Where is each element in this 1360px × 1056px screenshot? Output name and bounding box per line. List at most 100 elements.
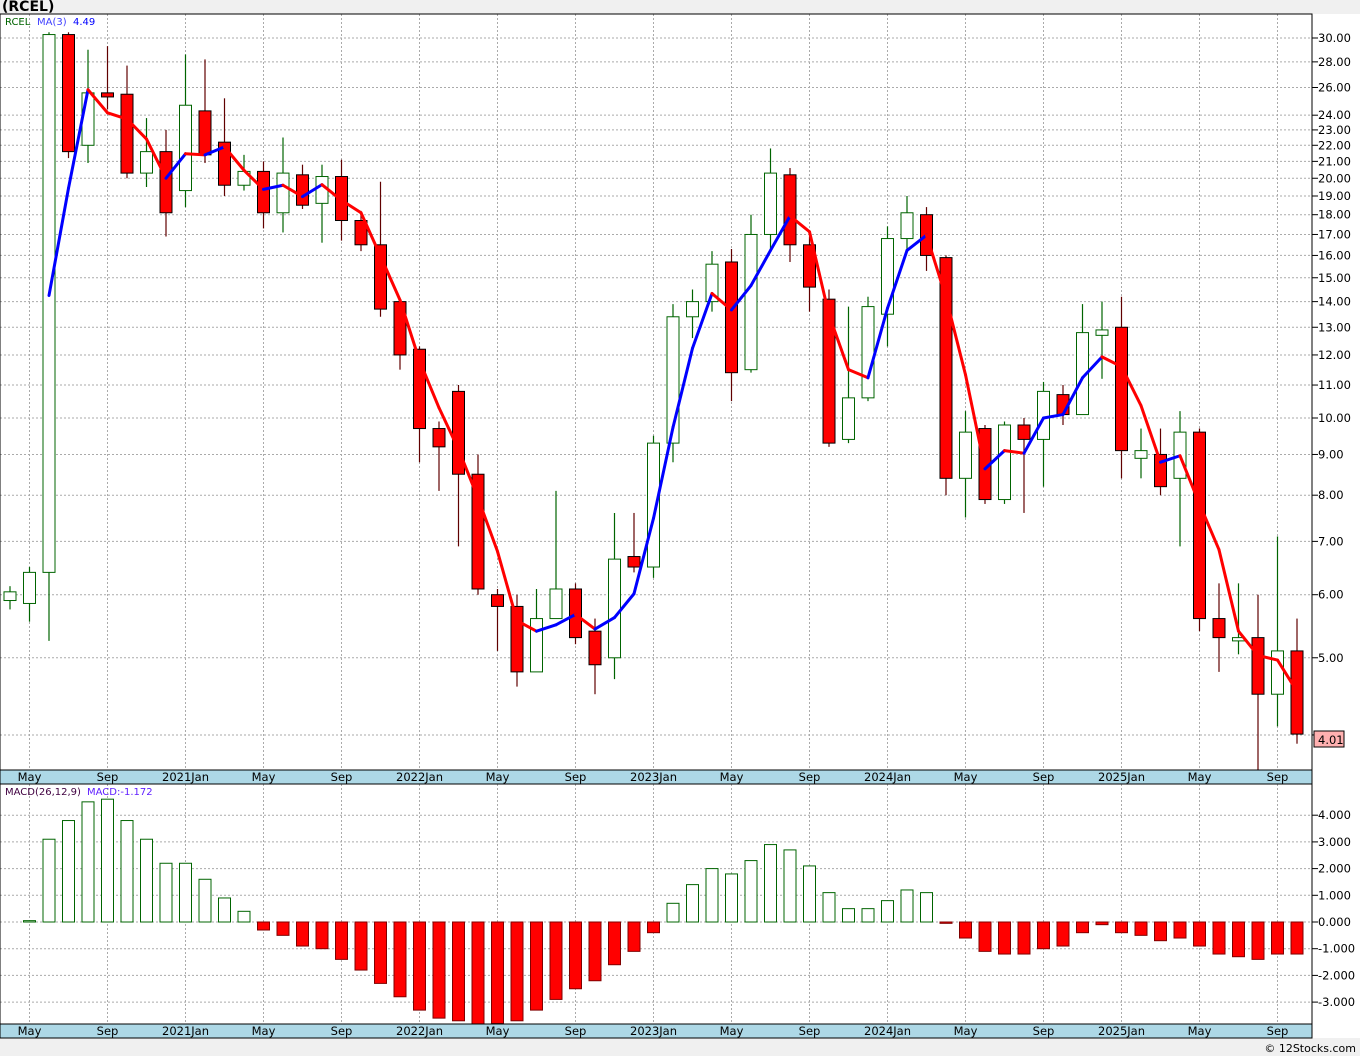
macd-bar xyxy=(257,921,270,931)
macd-bar xyxy=(393,921,407,998)
macd-bar xyxy=(1271,921,1284,955)
macd-bar xyxy=(1154,921,1167,942)
macd-bar xyxy=(452,921,465,1022)
y-tick-label: 16.00 xyxy=(1318,248,1351,262)
macd-bar xyxy=(276,921,290,936)
candle-down xyxy=(627,556,641,568)
x-tick-label: May xyxy=(720,770,744,784)
macd-bar xyxy=(81,801,95,923)
x-tick-label: May xyxy=(18,770,42,784)
x-tick-label: Sep xyxy=(1267,1024,1289,1038)
candle-down xyxy=(491,594,504,607)
macd-bar xyxy=(1212,921,1226,955)
x-tick-label: Sep xyxy=(1033,770,1055,784)
candle-down xyxy=(1115,326,1128,452)
macd-bar xyxy=(1193,921,1206,947)
y-tick-label: 19.00 xyxy=(1318,189,1351,203)
candle-up xyxy=(1134,450,1148,459)
macd-bar xyxy=(120,820,134,923)
macd-bar xyxy=(1056,921,1070,947)
macd-bar xyxy=(1037,921,1050,950)
x-tick-label: May xyxy=(486,1024,510,1038)
x-tick-label: Sep xyxy=(331,1024,353,1038)
x-tick-label: May xyxy=(252,1024,276,1038)
macd-bar xyxy=(627,921,641,952)
x-tick-label: Sep xyxy=(97,770,119,784)
macd-bar xyxy=(413,921,426,1011)
y-tick-label: 10.00 xyxy=(1318,411,1351,425)
footer-copyright: © 12Stocks.com xyxy=(1264,1042,1356,1055)
legend-ma-label: MA(3) xyxy=(37,17,67,28)
ma-line-segment xyxy=(184,152,207,157)
macd-bar xyxy=(179,862,192,923)
macd-bar xyxy=(1076,921,1089,934)
macd-y-tick-label: 4.000 xyxy=(1318,808,1351,822)
candle-down xyxy=(588,630,602,666)
x-tick-label: May xyxy=(954,770,978,784)
candle-down xyxy=(296,174,309,206)
candle-up xyxy=(3,591,17,602)
y-tick-label: 18.00 xyxy=(1318,208,1351,222)
x-tick-label: 2022Jan xyxy=(396,770,443,784)
candle-up xyxy=(900,212,914,240)
macd-bar xyxy=(159,862,173,923)
macd-bar xyxy=(530,921,543,1011)
candle-down xyxy=(120,93,134,174)
x-tick-label: 2023Jan xyxy=(630,1024,677,1038)
macd-y-tick-label: -3.000 xyxy=(1318,995,1355,1009)
candle-up xyxy=(608,558,621,659)
macd-bar xyxy=(510,921,524,1022)
candle-up xyxy=(140,151,153,174)
legend-ma-value: 4.49 xyxy=(73,17,95,28)
macd-bar xyxy=(959,921,972,939)
candle-up xyxy=(744,233,758,371)
macd-bar xyxy=(549,921,563,1000)
candle-up xyxy=(42,34,56,573)
macd-bar xyxy=(666,902,680,923)
y-tick-label: 17.00 xyxy=(1318,227,1351,241)
macd-bar xyxy=(335,921,348,960)
macd-y-tick-label: 3.000 xyxy=(1318,835,1351,849)
y-tick-label: 11.00 xyxy=(1318,378,1351,392)
macd-bar xyxy=(1115,921,1128,934)
x-tick-label: 2023Jan xyxy=(630,770,677,784)
candle-down xyxy=(432,428,446,448)
candle-up xyxy=(1271,650,1284,695)
candle-down xyxy=(1193,431,1206,620)
candle-up xyxy=(315,176,329,204)
x-tick-label: May xyxy=(954,1024,978,1038)
candle-up xyxy=(861,306,875,399)
y-tick-label: 13.00 xyxy=(1318,320,1351,334)
x-tick-label: May xyxy=(1188,770,1212,784)
macd-bar xyxy=(140,838,153,923)
x-tick-label: 2021Jan xyxy=(162,1024,209,1038)
macd-bar xyxy=(315,921,329,950)
macd-bar xyxy=(588,921,602,982)
macd-bar xyxy=(1251,921,1265,960)
macd-bar xyxy=(744,860,758,923)
y-tick-label: 9.00 xyxy=(1318,447,1344,461)
x-tick-label: 2025Jan xyxy=(1098,1024,1145,1038)
legend-macd-label: MACD(26,12,9) xyxy=(5,787,81,798)
y-tick-label: 24.00 xyxy=(1318,108,1351,122)
candle-down xyxy=(62,34,75,153)
macd-bar xyxy=(296,921,309,947)
macd-bar xyxy=(1290,921,1304,955)
macd-bar xyxy=(920,892,933,923)
candle-up xyxy=(179,104,192,192)
y-tick-label: 15.00 xyxy=(1318,271,1351,285)
candle-up xyxy=(530,618,543,673)
candle-down xyxy=(1251,637,1265,695)
macd-bar xyxy=(1134,921,1148,936)
y-tick-label: 30.00 xyxy=(1318,31,1351,45)
macd-y-tick-label: -2.000 xyxy=(1318,968,1355,982)
y-tick-label: 28.00 xyxy=(1318,55,1351,69)
macd-bar xyxy=(1095,921,1109,926)
x-tick-label: 2021Jan xyxy=(162,770,209,784)
x-tick-label: May xyxy=(1188,1024,1212,1038)
macd-bar xyxy=(608,921,621,966)
candle-up xyxy=(998,424,1011,501)
candle-down xyxy=(939,257,953,479)
y-tick-label: 26.00 xyxy=(1318,80,1351,94)
x-tick-label: May xyxy=(720,1024,744,1038)
